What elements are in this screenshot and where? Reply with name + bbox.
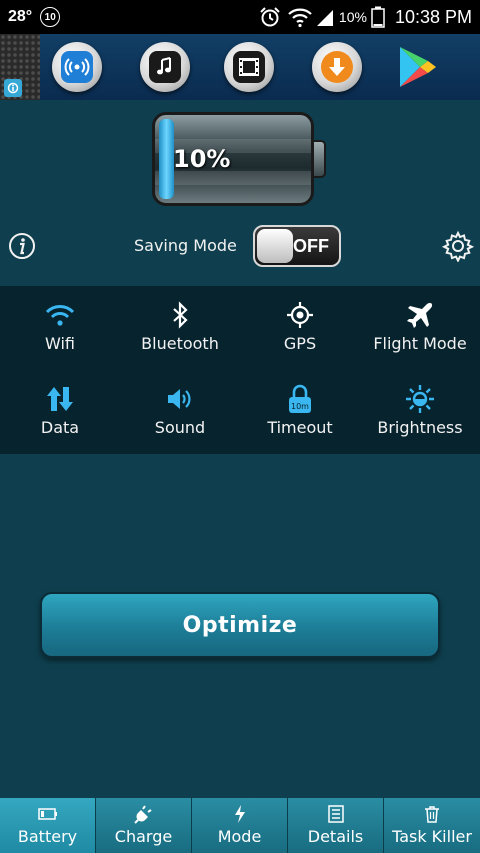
info-icon[interactable] — [8, 232, 36, 260]
nav-task-killer[interactable]: Task Killer — [384, 798, 480, 853]
status-bar: 28° 10 10% 10:38 PM — [0, 0, 480, 34]
quick-settings-grid: Wifi Bluetooth GPS Flight Mode Data Soun… — [0, 286, 480, 454]
saving-mode-toggle[interactable]: OFF — [253, 225, 341, 267]
data-icon — [44, 384, 76, 414]
bluetooth-icon — [164, 300, 196, 330]
download-icon[interactable] — [312, 42, 362, 92]
battery-gauge: 10% — [152, 112, 328, 206]
nav-battery[interactable]: Battery — [0, 798, 96, 853]
quick-label: Timeout — [267, 418, 333, 437]
timeout-badge: 10m — [291, 402, 309, 411]
bottom-nav: Battery Charge Mode Details Task Killer — [0, 798, 480, 853]
trash-icon — [424, 804, 440, 824]
airplane-icon — [404, 300, 436, 330]
nav-label: Task Killer — [392, 827, 472, 846]
quick-label: Brightness — [377, 418, 463, 437]
ad-app-strip[interactable] — [40, 34, 480, 100]
battery-stripe — [155, 171, 311, 185]
wifi-hotspot-icon[interactable] — [52, 42, 102, 92]
alarm-icon — [260, 7, 280, 27]
battery-percent-text: 10% — [338, 9, 367, 25]
quick-label: Sound — [154, 418, 206, 437]
quick-label: Wifi — [45, 334, 75, 353]
quick-label: Data — [40, 418, 80, 437]
battery-icon — [37, 804, 58, 824]
nav-label: Mode — [217, 827, 262, 846]
wifi-icon — [44, 300, 76, 330]
battery-percent-label: 10% — [173, 145, 231, 173]
nav-details[interactable]: Details — [288, 798, 384, 853]
plug-icon — [133, 804, 154, 824]
nav-label: Battery — [17, 827, 78, 846]
video-icon[interactable] — [224, 42, 274, 92]
quick-label: Bluetooth — [141, 334, 219, 353]
battery-cap — [314, 140, 326, 178]
nav-label: Charge — [114, 827, 173, 846]
toggle-state-text: OFF — [293, 236, 329, 256]
status-battery-icon — [371, 6, 385, 28]
timeout-lock-icon: 10m — [284, 384, 316, 414]
quick-bluetooth[interactable]: Bluetooth — [120, 286, 240, 370]
wifi-signal-icon — [288, 8, 312, 28]
quick-sound[interactable]: Sound — [120, 370, 240, 454]
music-icon[interactable] — [140, 42, 190, 92]
saving-mode-label: Saving Mode — [134, 236, 237, 255]
quick-flight-mode[interactable]: Flight Mode — [360, 286, 480, 370]
ad-info-icon[interactable] — [4, 79, 22, 97]
quick-data[interactable]: Data — [0, 370, 120, 454]
quick-gps[interactable]: GPS — [240, 286, 360, 370]
gps-icon — [284, 300, 316, 330]
quick-label: Flight Mode — [373, 334, 467, 353]
status-left: 28° 10 — [0, 7, 61, 27]
nav-label: Details — [307, 827, 364, 846]
notification-count-badge: 10 — [40, 7, 61, 27]
toggle-knob — [257, 229, 293, 263]
ad-banner[interactable] — [0, 34, 480, 100]
nav-charge[interactable]: Charge — [96, 798, 192, 853]
quick-wifi[interactable]: Wifi — [0, 286, 120, 370]
play-store-icon[interactable] — [392, 42, 442, 92]
quick-label: GPS — [283, 334, 317, 353]
optimize-button[interactable]: Optimize — [40, 592, 440, 658]
status-right: 10% 10:38 PM — [259, 6, 480, 28]
temperature-text: 28° — [8, 8, 33, 25]
cell-signal-icon — [316, 10, 333, 26]
lightning-icon — [233, 804, 247, 824]
sound-icon — [164, 384, 196, 414]
brightness-icon — [404, 384, 436, 414]
clock-text: 10:38 PM — [394, 6, 472, 27]
battery-level-fill — [159, 119, 174, 199]
nav-mode[interactable]: Mode — [192, 798, 288, 853]
list-icon — [327, 804, 344, 824]
gear-icon[interactable] — [441, 230, 475, 263]
quick-brightness[interactable]: Brightness — [360, 370, 480, 454]
battery-body: 10% — [152, 112, 314, 206]
quick-timeout[interactable]: 10m Timeout — [240, 370, 360, 454]
